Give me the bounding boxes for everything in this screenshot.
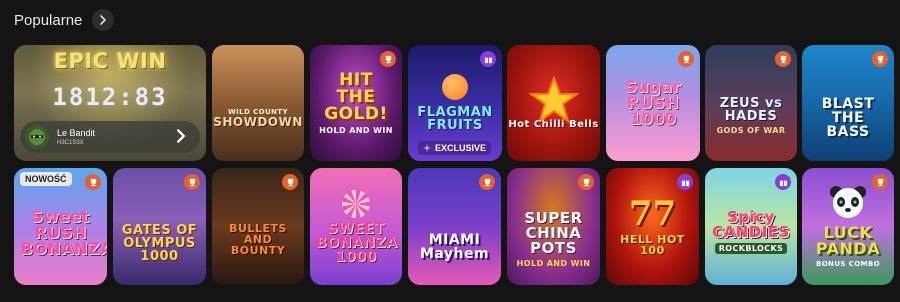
game-logo: HIT THE GOLD! <box>324 69 388 124</box>
featured-game-tile[interactable]: EPIC WIN 1812:83 Le Bandit H3C1S3X <box>14 45 206 161</box>
trophy-icon <box>683 55 689 63</box>
featured-banner: EPIC WIN <box>53 49 167 73</box>
trophy-badge <box>678 51 694 67</box>
trophy-badge <box>578 174 594 190</box>
game-logo: Sweet RUSH BONANZA <box>20 206 108 258</box>
gift-badge <box>677 174 693 190</box>
game-logo: SUPER CHINA POTS <box>524 209 583 257</box>
game-tile-hot-chilli-bells[interactable]: Hot Chilli Bells <box>507 45 600 161</box>
game-logo: GATES OF OLYMPUS 1000 <box>121 223 198 264</box>
game-subtitle: HOLD AND WIN <box>319 125 393 135</box>
game-tile-flagman-fruits[interactable]: FLAGMAN FRUITS EXCLUSIVE <box>408 45 502 161</box>
section-header: Popularne <box>14 8 115 32</box>
gift-badge <box>775 174 791 190</box>
featured-counter: 1812:83 <box>52 83 168 111</box>
game-tile-sweet-rush-bonanza[interactable]: Sweet RUSH BONANZA NOWOŚĆ <box>14 168 107 285</box>
panda-icon <box>830 186 866 218</box>
trophy-badge <box>380 51 396 67</box>
game-logo: SWEET BONANZA 1000 <box>316 220 398 265</box>
trophy-icon <box>877 178 883 186</box>
trophy-icon <box>287 178 293 186</box>
exclusive-tag: EXCLUSIVE <box>418 141 492 155</box>
game-logo: HELL HOT 100 <box>620 232 685 257</box>
trophy-icon <box>780 55 786 63</box>
game-tile-hell-hot-100[interactable]: 77 HELL HOT 100 <box>606 168 699 285</box>
game-tile-miami-mayhem[interactable]: MIAMI Mayhem <box>408 168 501 285</box>
game-logo: SHOWDOWN <box>213 115 303 129</box>
game-tile-zeus-vs-hades[interactable]: ZEUS vs HADES GODS OF WAR <box>705 45 797 161</box>
star-icon <box>528 76 579 124</box>
game-subtitle: HOLD AND WIN <box>516 259 591 268</box>
game-logo: Spicy CANDIES <box>712 207 790 241</box>
game-logo: FLAGMAN FRUITS <box>417 105 493 133</box>
game-subtitle: BONUS COMBO <box>815 260 881 268</box>
gift-icon <box>484 57 492 63</box>
trophy-badge <box>872 51 888 67</box>
avatar <box>25 125 49 149</box>
gift-badge <box>480 51 496 67</box>
trophy-icon <box>385 55 391 63</box>
new-badge: NOWOŚĆ <box>20 172 72 186</box>
game-logo: BLAST THE BASS <box>821 96 875 140</box>
featured-player-bar[interactable]: Le Bandit H3C1S3X <box>20 121 200 153</box>
game-tile-luck-panda[interactable]: LUCK PANDA BONUS COMBO <box>802 168 894 285</box>
chevron-right-icon <box>100 15 107 25</box>
game-tile-sugar-rush-1000[interactable]: Sugar RUSH 1000 <box>606 45 700 161</box>
game-logo: LUCK PANDA <box>815 223 881 258</box>
game-tile-showdown[interactable]: WILD COUNTY SHOWDOWN <box>212 45 304 161</box>
trophy-badge <box>479 174 495 190</box>
game-tile-gates-of-olympus-1000[interactable]: GATES OF OLYMPUS 1000 <box>113 168 206 285</box>
game-logo: Hot Chilli Bells <box>508 119 599 130</box>
game-tile-bullets-and-bounty[interactable]: BULLETS AND BOUNTY <box>212 168 304 285</box>
trophy-badge <box>184 174 200 190</box>
bandit-icon <box>29 129 45 145</box>
section-next-button[interactable] <box>92 9 115 31</box>
trophy-icon <box>877 55 883 63</box>
gift-icon <box>779 180 787 186</box>
game-logo: Sugar RUSH 1000 <box>625 77 681 128</box>
trophy-icon <box>583 178 589 186</box>
game-tile-hit-the-gold[interactable]: HIT THE GOLD! HOLD AND WIN <box>310 45 402 161</box>
chevron-right-icon[interactable] <box>174 129 188 143</box>
trophy-badge <box>85 174 101 190</box>
game-logo: ZEUS vs HADES <box>719 96 783 124</box>
trophy-badge <box>282 174 298 190</box>
gift-icon <box>681 180 689 186</box>
game-tile-sweet-bonanza-1000[interactable]: SWEET BONANZA 1000 <box>310 168 402 285</box>
game-logo: BULLETS AND BOUNTY <box>229 222 287 257</box>
trophy-badge <box>872 174 888 190</box>
game-subtitle: ROCKBLOCKS <box>714 242 788 254</box>
game-tile-super-china-pots[interactable]: SUPER CHINA POTS HOLD AND WIN <box>507 168 600 285</box>
player-name: Le Bandit <box>57 128 96 138</box>
game-subtitle: GODS OF WAR <box>716 126 786 135</box>
trophy-icon <box>484 178 490 186</box>
trophy-icon <box>90 178 96 186</box>
sparkle-icon <box>423 144 431 152</box>
player-id: H3C1S3X <box>57 140 84 146</box>
game-tile-blast-the-bass[interactable]: BLAST THE BASS <box>802 45 894 161</box>
section-title: Popularne <box>14 11 83 29</box>
game-tile-spicy-candies[interactable]: Spicy CANDIES ROCKBLOCKS <box>705 168 797 285</box>
trophy-badge <box>775 51 791 67</box>
game-logo: MIAMI Mayhem <box>419 231 490 262</box>
exclusive-label: EXCLUSIVE <box>435 143 487 153</box>
trophy-icon <box>189 178 195 186</box>
